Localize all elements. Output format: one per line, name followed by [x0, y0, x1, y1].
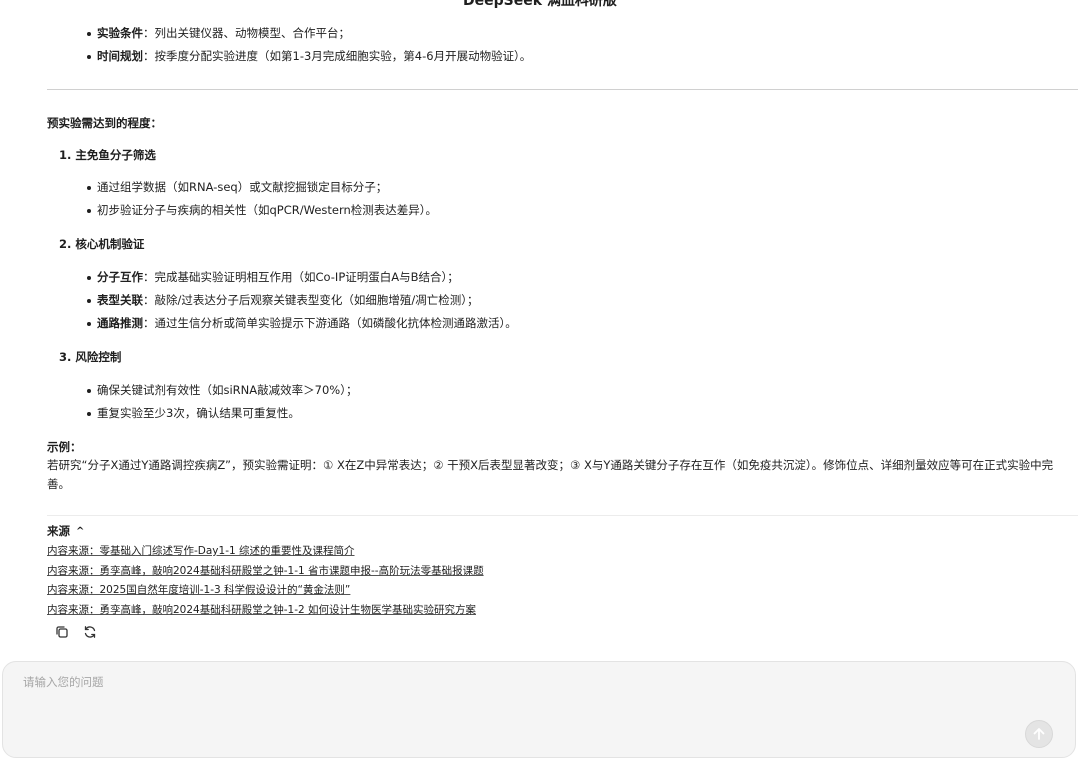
item-label: 实验条件 — [97, 26, 143, 40]
list-item: 确保关键试剂有效性（如siRNA敲减效率＞70%）； — [47, 379, 1077, 402]
item-label: 时间规划 — [97, 49, 143, 63]
source-link[interactable]: 内容来源：勇孪高峰，敲响2024基础科研殿堂之钟-1-2 如何设计生物医学基础实… — [47, 602, 476, 618]
item-text: ：通过生信分析或简单实验提示下游通路（如磷酸化抗体检测通路激活）。 — [143, 316, 517, 330]
item-text: ：完成基础实验证明相互作用（如Co-IP证明蛋白A与B结合）； — [143, 270, 459, 284]
item-label: 分子互作 — [97, 270, 143, 284]
item-text: 通过组学数据（如RNA-seq）或文献挖掘锁定目标分子； — [97, 180, 388, 194]
item-text: ：敲除/过表达分子后观察关键表型变化（如细胞增殖/凋亡检测）； — [143, 293, 479, 307]
item-text: 确保关键试剂有效性（如siRNA敲减效率＞70%）； — [97, 383, 358, 397]
sources-heading: 来源 — [47, 524, 70, 538]
source-link[interactable]: 内容来源：勇孪高峰，敲响2024基础科研殿堂之钟-1-1 省市课题申报--高阶玩… — [47, 563, 484, 579]
section-list: 通过组学数据（如RNA-seq）或文献挖掘锁定目标分子； 初步验证分子与疾病的相… — [47, 176, 1077, 222]
item-label: 通路推测 — [97, 316, 143, 330]
item-text: 初步验证分子与疾病的相关性（如qPCR/Western检测表达差异）。 — [97, 203, 438, 217]
list-item: 通路推测：通过生信分析或简单实验提示下游通路（如磷酸化抗体检测通路激活）。 — [47, 312, 1077, 335]
divider — [47, 89, 1078, 90]
list-item: 实验条件：列出关键仪器、动物模型、合作平台； — [47, 22, 1077, 45]
copy-icon[interactable] — [54, 624, 70, 640]
list-item: 通过组学数据（如RNA-seq）或文献挖掘锁定目标分子； — [47, 176, 1077, 199]
sources-toggle[interactable]: 来源 ^ — [47, 522, 84, 541]
example-heading: 示例： — [47, 440, 82, 454]
section-list: 确保关键试剂有效性（如siRNA敲减效率＞70%）； 重复实验至少3次，确认结果… — [47, 379, 1077, 425]
send-button[interactable] — [1025, 720, 1053, 748]
list-item: 时间规划：按季度分配实验进度（如第1-3月完成细胞实验，第4-6月开展动物验证）… — [47, 45, 1077, 68]
section-title: 1. 主免鱼分子筛选 — [59, 148, 156, 162]
top-bullet-list: 实验条件：列出关键仪器、动物模型、合作平台； 时间规划：按季度分配实验进度（如第… — [47, 22, 1077, 68]
section-title: 3. 风险控制 — [59, 350, 122, 364]
item-text: ：按季度分配实验进度（如第1-3月完成细胞实验，第4-6月开展动物验证）。 — [143, 49, 532, 63]
divider — [47, 515, 1078, 516]
item-label: 表型关联 — [97, 293, 143, 307]
item-text: 重复实验至少3次，确认结果可重复性。 — [97, 406, 300, 420]
page-title: DeepSeek 满血科研版 — [463, 0, 617, 9]
item-text: ：列出关键仪器、动物模型、合作平台； — [143, 26, 350, 40]
list-item: 初步验证分子与疾病的相关性（如qPCR/Western检测表达差异）。 — [47, 199, 1077, 222]
example-body: 若研究“分子X通过Y通路调控疾病Z”，预实验需证明：① X在Z中异常表达；② 干… — [47, 458, 1054, 491]
list-item: 分子互作：完成基础实验证明相互作用（如Co-IP证明蛋白A与B结合）； — [47, 266, 1077, 289]
section-list: 分子互作：完成基础实验证明相互作用（如Co-IP证明蛋白A与B结合）； 表型关联… — [47, 266, 1077, 335]
chat-input-box — [2, 661, 1076, 758]
chevron-up-icon: ^ — [76, 526, 85, 537]
section-title: 2. 核心机制验证 — [59, 237, 145, 251]
question-input[interactable] — [21, 672, 1025, 736]
prelim-heading: 预实验需达到的程度： — [47, 116, 162, 130]
refresh-icon[interactable] — [82, 624, 98, 640]
source-link[interactable]: 内容来源：零基础入门综述写作-Day1-1 综述的重要性及课程简介 — [47, 543, 355, 559]
list-item: 重复实验至少3次，确认结果可重复性。 — [47, 402, 1077, 425]
source-link[interactable]: 内容来源：2025国自然年度培训-1-3 科学假设设计的“黄金法则” — [47, 582, 350, 598]
arrow-up-icon — [1033, 728, 1045, 740]
list-item: 表型关联：敲除/过表达分子后观察关键表型变化（如细胞增殖/凋亡检测）； — [47, 289, 1077, 312]
